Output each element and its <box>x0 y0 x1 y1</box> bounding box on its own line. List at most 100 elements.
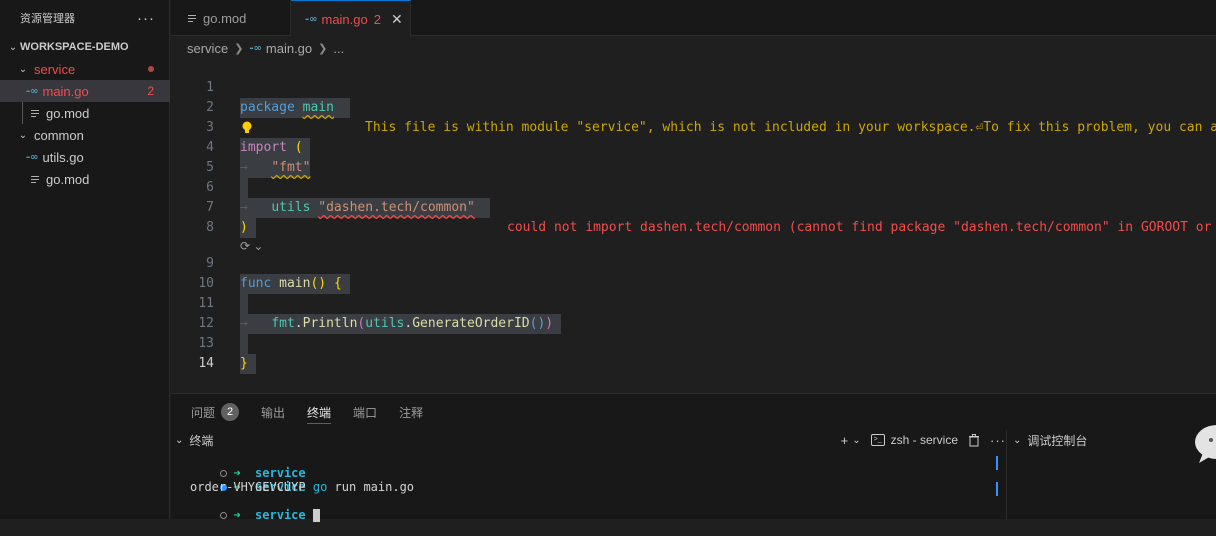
panel-tabs: 问题 2 输出 终端 端口 注释 <box>191 394 445 430</box>
chevron-right-icon: ❯ <box>318 42 328 55</box>
go-file-icon: -∞ <box>26 85 39 97</box>
terminal-line: ➜ service <box>177 452 306 480</box>
terminal-cursor <box>312 509 320 522</box>
workspace-name: WORKSPACE-DEMO <box>20 41 129 53</box>
problem-count-badge: 2 <box>147 84 154 98</box>
debug-console-title: 调试控制台 <box>1027 433 1088 448</box>
tree-file-label: utils.go <box>42 149 84 165</box>
tab-ports[interactable]: 端口 <box>353 394 377 430</box>
breadcrumb: service ❯ -∞ main.go ❯ ... <box>187 38 344 58</box>
code-line: 11 → fmt.Println(utils.GenerateOrderID()… <box>171 274 1216 334</box>
trash-icon[interactable] <box>968 433 980 447</box>
line-number: 14 <box>198 356 214 371</box>
close-icon[interactable]: ✕ <box>391 11 403 28</box>
terminal-selector[interactable]: >_ zsh - service <box>870 433 958 447</box>
code-line: 2 <box>171 78 1216 133</box>
command-args: run main.go <box>334 480 415 494</box>
more-actions-icon[interactable]: ··· <box>137 10 155 27</box>
scrollbar-marker <box>996 456 998 470</box>
code-line: 14 <box>171 334 1216 371</box>
problems-count-badge: 2 <box>221 403 240 421</box>
chevron-down-icon: ⌄ <box>18 63 28 75</box>
chevron-down-icon: ⌄ <box>8 41 18 53</box>
editor-tabs: go.mod -∞ main.go 2 ✕ <box>171 0 1216 37</box>
terminal[interactable]: ➜ service ➜ service go run main.go order… <box>171 452 1006 522</box>
code-line: 4 → "fmt" <box>171 118 1216 178</box>
bottom-panel: 问题 2 输出 终端 端口 注释 ⌄ 终端 + ⌄ >_ zsh - servi… <box>171 393 1216 522</box>
tab-go-mod[interactable]: go.mod <box>171 0 291 36</box>
chevron-down-icon[interactable]: ⌄ <box>852 435 860 446</box>
workspace-root[interactable]: ⌄ WORKSPACE-DEMO <box>0 36 170 58</box>
tab-problem-count: 2 <box>373 11 381 27</box>
code-line: 12 <box>171 294 1216 354</box>
debug-console: ⌄ 调试控制台 <box>1006 430 1216 520</box>
debug-console-header[interactable]: ⌄ 调试控制台 <box>1007 430 1216 450</box>
code-line: 8 <box>171 198 1216 235</box>
tree-file-go-mod[interactable]: go.mod <box>0 102 170 124</box>
codelens-row: ⟳ ⌄ <box>171 216 1216 253</box>
tab-label: main.go <box>321 11 368 27</box>
scrollbar-marker <box>996 482 998 496</box>
prompt-arrow: ➜ <box>233 508 241 522</box>
command-decoration-icon <box>220 512 228 519</box>
tab-comments[interactable]: 注释 <box>399 394 423 430</box>
tree-file-label: go.mod <box>46 171 90 187</box>
code-line: 7 ) <box>171 178 1216 238</box>
prompt-dir: service <box>255 508 306 522</box>
go-file-icon: -∞ <box>249 42 262 54</box>
code-line: 5 <box>171 138 1216 198</box>
brace: } <box>240 356 248 371</box>
chevron-down-icon[interactable]: ⌄ <box>175 435 183 446</box>
tree-file-utils-go[interactable]: -∞ utils.go <box>0 146 170 168</box>
code-line: 1 package main This file is within modul… <box>171 58 1216 135</box>
tab-output[interactable]: 输出 <box>261 394 285 430</box>
tab-problems[interactable]: 问题 2 <box>191 394 240 430</box>
breadcrumb-file[interactable]: main.go <box>266 41 312 56</box>
terminal-section-title: 终端 <box>189 433 214 448</box>
tree-folder-label: service <box>34 61 76 77</box>
tree-file-go-mod[interactable]: go.mod <box>0 168 170 190</box>
tab-terminal[interactable]: 终端 <box>307 394 332 430</box>
tree-file-main-go[interactable]: -∞ main.go 2 <box>0 80 170 102</box>
tab-label: 问题 <box>191 405 216 420</box>
breadcrumb-folder[interactable]: service <box>187 41 228 56</box>
go-file-icon: -∞ <box>26 151 39 163</box>
go-file-icon: -∞ <box>305 13 318 25</box>
terminal-icon: >_ <box>870 434 885 446</box>
code-line: 6 → utils "dashen.tech/common" could not… <box>171 158 1216 235</box>
chat-bubble-icon[interactable] <box>1193 423 1216 465</box>
error-dot-icon <box>148 66 154 72</box>
tree-folder-common[interactable]: ⌄ common <box>0 124 170 146</box>
explorer-title: 资源管理器 <box>20 13 75 25</box>
tab-label: 终端 <box>307 405 332 420</box>
terminal-name: zsh - service <box>890 433 958 447</box>
breadcrumb-ellipsis[interactable]: ... <box>333 41 344 56</box>
tab-label: 注释 <box>399 405 424 420</box>
text-file-icon <box>187 13 197 24</box>
command-name: go <box>312 480 328 494</box>
tab-label: 输出 <box>261 405 286 420</box>
code-line: 13 } <box>171 314 1216 374</box>
chevron-down-icon: ⌄ <box>18 129 28 141</box>
chevron-down-icon: ⌄ <box>1013 434 1022 446</box>
explorer-header: 资源管理器 ··· <box>0 0 169 36</box>
tree-file-label: go.mod <box>46 105 90 121</box>
tab-label: 端口 <box>353 405 378 420</box>
new-terminal-icon[interactable]: + <box>841 433 849 448</box>
tab-main-go[interactable]: -∞ main.go 2 ✕ <box>291 0 411 37</box>
terminal-output: order-VHYGEVCUYP <box>190 480 306 494</box>
code-line: 3 import ( <box>171 98 1216 158</box>
tab-label: go.mod <box>203 10 247 26</box>
code-editor[interactable]: 1 package main This file is within modul… <box>171 58 1216 393</box>
code-line: 10 <box>171 254 1216 314</box>
text-file-icon <box>30 108 40 119</box>
more-actions-icon[interactable]: ··· <box>990 433 1006 448</box>
code-line: 9 func main() { <box>171 234 1216 294</box>
terminal-toolbar: + ⌄ >_ zsh - service ··· <box>841 430 1006 450</box>
tree-folder-service[interactable]: ⌄ service <box>0 58 170 80</box>
tree-file-label: main.go <box>42 83 89 99</box>
chevron-right-icon: ❯ <box>234 42 244 55</box>
terminal-line: ➜ service go run main.go <box>177 466 414 494</box>
explorer-sidebar: 资源管理器 ··· ⌄ WORKSPACE-DEMO ⌄ service -∞ … <box>0 0 170 519</box>
terminal-line: ➜ service <box>177 494 320 522</box>
